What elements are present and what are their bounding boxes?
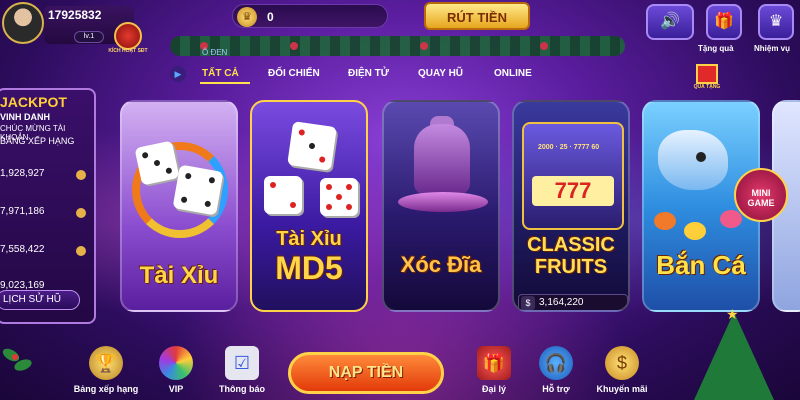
christmas-garland — [170, 36, 625, 56]
nav-notifications[interactable]: ☑ Thông báo — [212, 346, 272, 394]
dice-icon — [172, 164, 224, 216]
coin-balance: 0 — [267, 10, 274, 24]
game-card-tai-xiu[interactable]: Tài Xỉu — [120, 100, 238, 312]
tab-hint-text: Ô ĐEN — [202, 48, 228, 57]
clipboard-icon: ☑ — [225, 346, 259, 380]
game-title: CLASSIC — [527, 234, 615, 256]
speaker-icon: 🔊 — [660, 13, 680, 30]
game-title: Tài Xỉu — [139, 262, 219, 289]
jackpot-value: 1,928,927 — [0, 168, 45, 179]
withdraw-button[interactable]: RÚT TIỀN — [424, 2, 530, 30]
tab-online[interactable]: ONLINE — [494, 68, 532, 79]
gift-promo-badge[interactable]: QUÀ TẶNG — [690, 58, 724, 92]
ornament — [420, 42, 428, 50]
slot-reels: 777 — [532, 176, 614, 206]
game-card-classic-fruits[interactable]: 2000 · 25 · 7777 60 777 CLASSIC FRUITS $… — [512, 100, 630, 312]
jackpot-title: JACKPOT — [0, 94, 67, 110]
fish-icon — [654, 212, 676, 230]
tab-electronic[interactable]: ĐIỆN TỬ — [348, 68, 389, 79]
dollar-coin-icon: $ — [605, 346, 639, 380]
crown-coin-icon: ♛ — [237, 7, 257, 27]
ornament — [540, 42, 548, 50]
nav-label: Khuyến mãi — [596, 384, 648, 394]
game-jackpot-amount: $3,164,220 — [518, 294, 628, 310]
gift-button[interactable]: 🎁 — [706, 4, 742, 40]
nav-promotion[interactable]: $ Khuyến mãi — [586, 346, 658, 394]
avatar[interactable] — [2, 2, 44, 44]
active-tab-underline — [200, 82, 250, 84]
game-title: Tài Xỉu — [276, 228, 342, 250]
nav-label: Bảng xếp hạng — [73, 384, 139, 394]
jackpot-history-button[interactable]: LỊCH SỬ HŨ — [0, 290, 80, 310]
activate-phone-icon — [114, 22, 142, 50]
coin-balance-bar[interactable]: ♛ 0 — [232, 4, 388, 28]
sound-button[interactable]: 🔊 — [646, 4, 694, 40]
fish-icon — [684, 222, 706, 240]
shark-eye — [696, 152, 706, 162]
mini-game-button[interactable]: MINI GAME — [734, 168, 788, 222]
wheel-icon — [159, 346, 193, 380]
dice-icon — [264, 176, 302, 214]
category-tabs: ▶ TẤT CẢ ĐỐI CHIẾN ĐIỆN TỬ QUAY HŨ ONLIN… — [170, 66, 560, 84]
shark-icon — [658, 130, 728, 190]
dice-icon — [287, 121, 337, 171]
crown-icon: ♛ — [768, 13, 784, 30]
jackpot-subtitle: VINH DANH — [0, 112, 51, 122]
user-id: 17925832 — [48, 8, 102, 22]
game-jackpot-value: 3,164,220 — [539, 297, 584, 308]
slot-machine-graphic: 2000 · 25 · 7777 60 777 — [522, 122, 624, 230]
jackpot-coin-icon — [76, 246, 86, 256]
nav-support[interactable]: 🎧 Hỗ trợ — [534, 346, 578, 394]
gift-icon: 🎁 — [714, 13, 734, 30]
game-title: Xóc Đĩa — [400, 252, 482, 277]
plate-icon — [398, 192, 488, 212]
tab-all[interactable]: TẤT CẢ — [202, 68, 239, 79]
nav-leaderboard[interactable]: 🏆 Bảng xếp hạng — [70, 346, 142, 394]
jackpot-value: 7,558,422 — [0, 244, 45, 255]
level-badge: lv.1 — [74, 31, 104, 43]
headset-icon: 🎧 — [539, 346, 573, 380]
dice-icon — [134, 140, 180, 186]
trophy-icon: 🏆 — [89, 346, 123, 380]
jackpot-ranking: BẢNG XẾP HẠNG — [0, 136, 75, 146]
mini-game-label-2: GAME — [747, 198, 775, 208]
play-icon[interactable]: ▶ — [170, 66, 186, 82]
mini-game-label: MINI — [751, 188, 771, 198]
game-card-tai-xiu-md5[interactable]: Tài Xỉu MD5 — [250, 100, 368, 312]
shaker-bowl-icon — [414, 124, 470, 194]
jackpot-coin-icon — [76, 208, 86, 218]
task-button[interactable]: ♛ — [758, 4, 794, 40]
nav-label: Thông báo — [219, 384, 265, 394]
nav-vip[interactable]: VIP — [154, 346, 198, 394]
gift-box-icon: 🎁 — [477, 346, 511, 380]
gift-box-icon — [696, 64, 718, 84]
fish-icon — [720, 210, 742, 228]
tab-versus[interactable]: ĐỐI CHIẾN — [268, 68, 320, 79]
game-card-xoc-dia[interactable]: Xóc Đĩa — [382, 100, 500, 312]
game-title-md5: MD5 — [275, 250, 343, 286]
slot-numbers: 2000 · 25 · 7777 60 — [538, 144, 600, 151]
gift-button-label: Tặng quà — [698, 44, 734, 53]
game-title: Bắn Cá — [656, 250, 746, 280]
task-button-label: Nhiệm vụ — [754, 44, 791, 53]
jackpot-value: 7,971,186 — [0, 206, 45, 217]
nav-label: VIP — [168, 384, 184, 394]
jackpot-coin-icon — [76, 170, 86, 180]
dollar-icon: $ — [521, 296, 535, 310]
nav-label: Đại lý — [481, 384, 506, 394]
star-icon: ★ — [726, 306, 739, 322]
activate-phone-badge[interactable]: KÍCH HOẠT SĐT — [104, 22, 152, 58]
ornament — [290, 42, 298, 50]
tab-slots[interactable]: QUAY HŨ — [418, 68, 463, 79]
game-title-2: FRUITS — [534, 256, 608, 278]
nav-label: Hỗ trợ — [542, 384, 570, 394]
activate-phone-label: KÍCH HOẠT SĐT — [108, 48, 148, 54]
nav-agency[interactable]: 🎁 Đại lý — [472, 346, 516, 394]
dice-icon — [320, 178, 358, 216]
jackpot-panel: JACKPOT VINH DANH CHÚC MỪNG TÀI KHOẢN BẢ… — [0, 88, 96, 324]
gift-promo-label: QUÀ TẶNG — [693, 84, 721, 90]
deposit-button[interactable]: NẠP TIỀN — [288, 352, 444, 394]
